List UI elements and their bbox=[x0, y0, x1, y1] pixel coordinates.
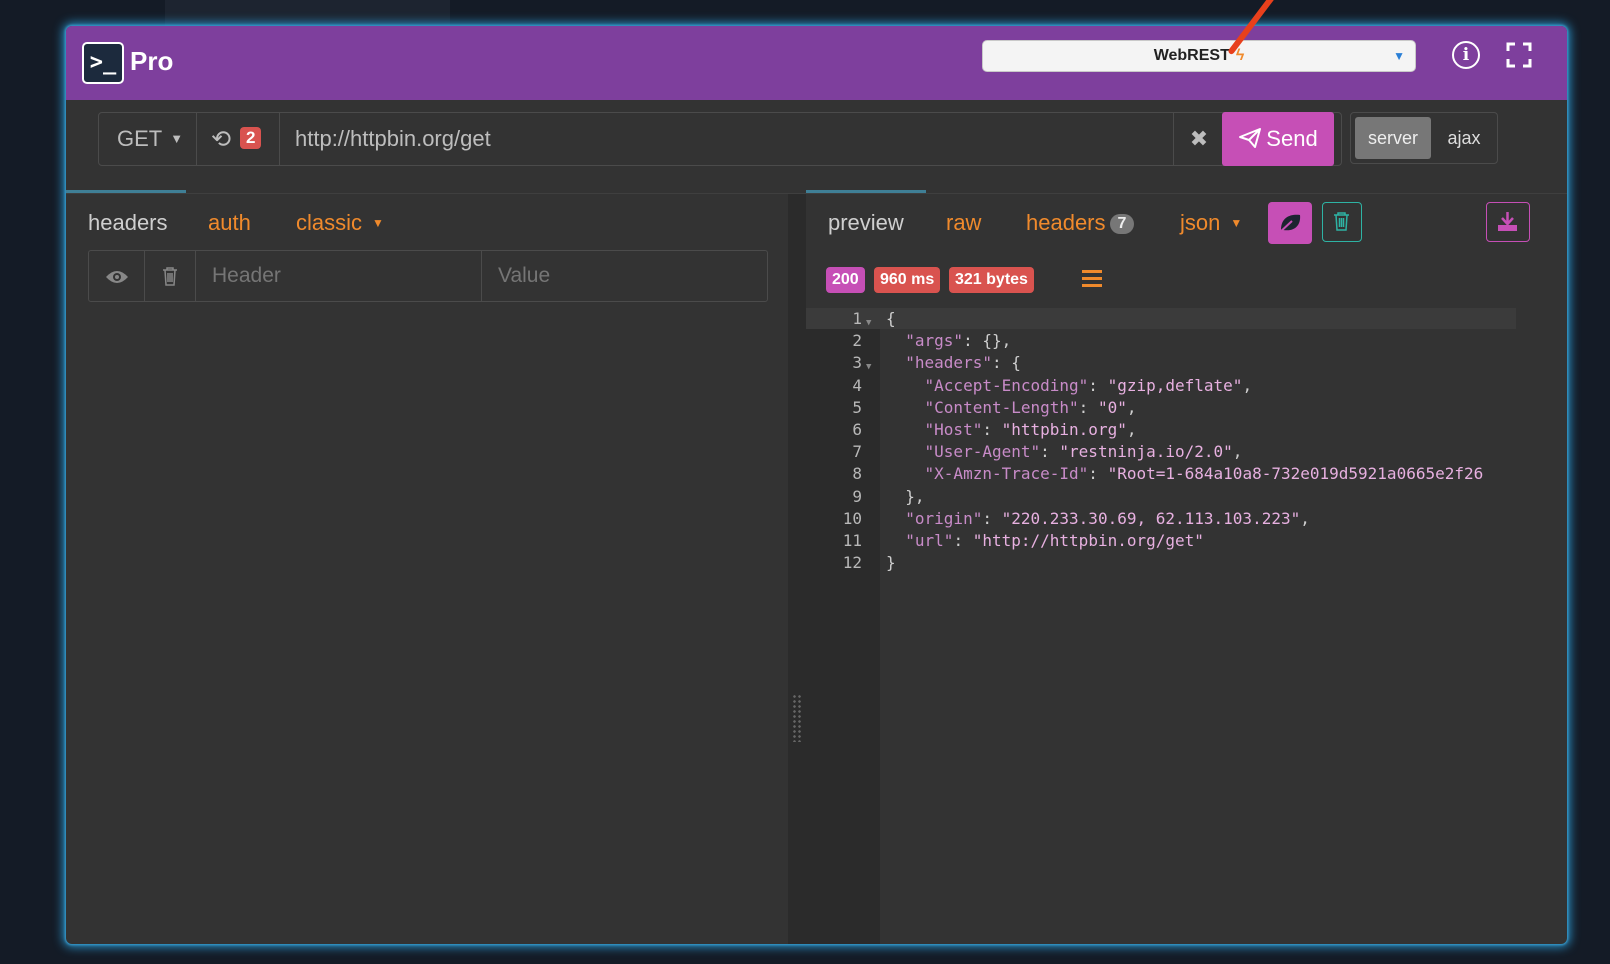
headers-count-badge: 7 bbox=[1109, 214, 1135, 234]
request-bar: GET ▼ ⟲ 2 ✖ Send bbox=[98, 112, 1342, 166]
code-line: "X-Amzn-Trace-Id": "Root=1-684a10a8-732e… bbox=[924, 464, 1484, 484]
line-number: 4 bbox=[852, 375, 862, 395]
code-line: "Accept-Encoding": "gzip,deflate", bbox=[924, 375, 1253, 395]
tab-classic[interactable]: classic ▼ bbox=[296, 210, 384, 236]
toggle-visibility-button[interactable] bbox=[89, 251, 145, 301]
download-icon bbox=[1498, 212, 1517, 231]
chevron-down-icon: ▼ bbox=[1393, 49, 1405, 63]
code-line: "Host": "httpbin.org", bbox=[924, 420, 1137, 439]
line-number: 5 bbox=[852, 397, 862, 417]
app-window: >_ Pro WebREST ϟ ▼ i GET ▼ ⟲ 2 ✖ Send serv… bbox=[66, 26, 1567, 944]
left-tabs-border bbox=[66, 193, 806, 194]
right-tabs-border bbox=[806, 193, 1567, 194]
drag-grip-icon bbox=[792, 694, 802, 742]
header-row bbox=[88, 250, 768, 302]
line-number: 6 bbox=[852, 420, 862, 439]
format-value: json bbox=[1180, 210, 1221, 235]
line-number: 9 bbox=[852, 486, 862, 506]
send-label: Send bbox=[1266, 126, 1318, 151]
fullscreen-icon[interactable] bbox=[1506, 42, 1532, 68]
delete-header-button[interactable] bbox=[145, 251, 196, 301]
tab-auth[interactable]: auth bbox=[208, 210, 251, 236]
method-dropdown[interactable]: GET ▼ bbox=[99, 113, 197, 165]
leaf-icon bbox=[1278, 214, 1301, 234]
code-line: }, bbox=[886, 486, 925, 506]
tab-raw[interactable]: raw bbox=[946, 210, 981, 236]
tab-response-headers-label: headers bbox=[1026, 210, 1106, 235]
history-count-badge: 2 bbox=[240, 127, 262, 149]
header-value-input[interactable] bbox=[482, 251, 767, 301]
clear-url-button[interactable]: ✖ bbox=[1173, 113, 1224, 165]
top-bar: >_ Pro WebREST ϟ ▼ i bbox=[66, 26, 1567, 100]
trash-icon bbox=[163, 267, 177, 286]
response-time-badge: 960 ms bbox=[874, 267, 941, 293]
mode-toggle: server ajax bbox=[1350, 112, 1498, 164]
format-dropdown[interactable]: json ▼ bbox=[1180, 210, 1242, 236]
header-name-input[interactable] bbox=[196, 251, 481, 301]
url-input[interactable] bbox=[279, 113, 1159, 165]
code-line: "headers": { bbox=[905, 353, 1021, 373]
tab-preview[interactable]: preview bbox=[828, 210, 904, 236]
mode-ajax-button[interactable]: ajax bbox=[1435, 117, 1493, 159]
info-icon[interactable]: i bbox=[1452, 41, 1480, 69]
code-line: "url": "http://httpbin.org/get" bbox=[905, 531, 1204, 550]
background-strip bbox=[165, 0, 450, 26]
active-line-highlight bbox=[806, 308, 1516, 329]
send-button[interactable]: Send bbox=[1222, 112, 1334, 166]
line-number: 7 bbox=[852, 442, 862, 462]
line-number: 1 bbox=[852, 309, 862, 328]
api-selector[interactable]: WebREST ϟ ▼ bbox=[982, 40, 1416, 72]
panel-splitter[interactable] bbox=[788, 194, 806, 944]
hamburger-menu-icon[interactable] bbox=[1082, 270, 1102, 288]
code-line: "Content-Length": "0", bbox=[924, 397, 1137, 417]
brand-label: Pro bbox=[130, 46, 174, 76]
fold-toggle-icon[interactable]: ▼ bbox=[866, 356, 871, 378]
eye-icon bbox=[105, 271, 128, 283]
code-line: } bbox=[886, 553, 896, 573]
tab-request-headers[interactable]: headers bbox=[88, 210, 168, 236]
caret-down-icon: ▼ bbox=[170, 131, 184, 146]
status-code-badge: 200 bbox=[826, 267, 865, 293]
download-button[interactable] bbox=[1486, 202, 1530, 242]
bolt-icon: ϟ bbox=[1235, 47, 1245, 64]
code-line: "origin": "220.233.30.69, 62.113.103.223… bbox=[905, 508, 1310, 528]
caret-down-icon: ▼ bbox=[372, 216, 384, 230]
api-selector-value: WebREST bbox=[1153, 47, 1230, 64]
header-value-cell bbox=[482, 251, 767, 301]
line-number: 2 bbox=[852, 331, 862, 351]
tab-classic-label: classic bbox=[296, 210, 363, 235]
line-number: 11 bbox=[842, 531, 862, 550]
terminal-logo-icon: >_ bbox=[82, 42, 124, 84]
fold-toggle-icon[interactable]: ▼ bbox=[866, 312, 871, 334]
caret-down-icon: ▼ bbox=[1230, 216, 1243, 230]
method-value: GET bbox=[117, 126, 163, 151]
clear-response-button[interactable] bbox=[1322, 202, 1362, 242]
response-size-badge: 321 bytes bbox=[949, 267, 1034, 293]
tab-response-headers[interactable]: headers 7 bbox=[1026, 210, 1135, 236]
close-icon: ✖ bbox=[1189, 126, 1209, 151]
mode-server-button[interactable]: server bbox=[1355, 117, 1431, 159]
line-number: 8 bbox=[852, 464, 862, 484]
beautify-button[interactable] bbox=[1268, 202, 1312, 244]
paper-plane-icon bbox=[1239, 128, 1262, 148]
line-number: 3 bbox=[852, 353, 862, 373]
code-line: "User-Agent": "restninja.io/2.0", bbox=[924, 442, 1243, 462]
history-button[interactable]: ⟲ 2 bbox=[197, 113, 280, 165]
line-number: 10 bbox=[842, 508, 862, 528]
history-icon: ⟲ bbox=[211, 126, 232, 153]
code-line: "args": {}, bbox=[905, 331, 1012, 351]
trash-icon bbox=[1334, 212, 1349, 231]
line-number: 12 bbox=[842, 553, 862, 573]
code-line: { bbox=[886, 309, 896, 328]
header-name-cell bbox=[196, 251, 482, 301]
